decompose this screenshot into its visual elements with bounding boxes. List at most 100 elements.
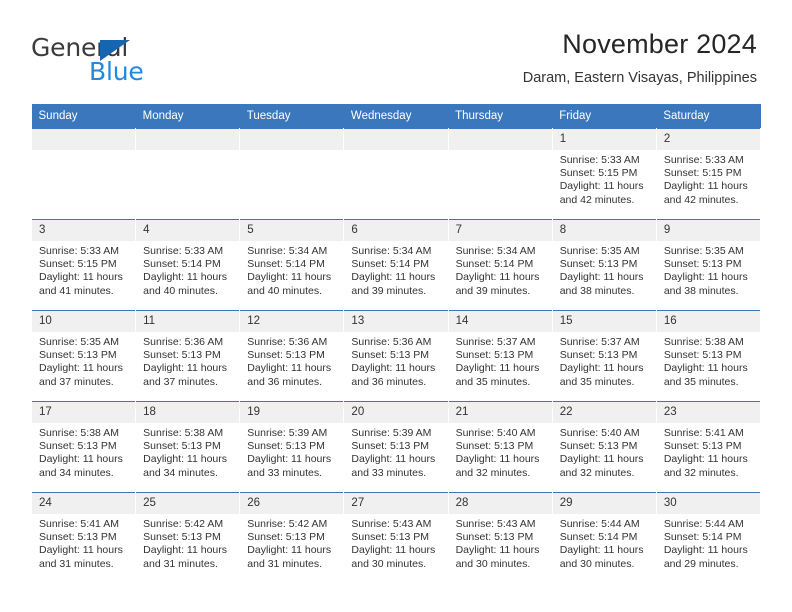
day-cell[interactable]: 28 Sunrise: 5:43 AM Sunset: 5:13 PM Dayligh… bbox=[447, 492, 553, 583]
day-details: Sunrise: 5:38 AM Sunset: 5:13 PM Daylight:… bbox=[136, 423, 239, 480]
day-cell-empty bbox=[447, 128, 553, 220]
daylight-text: Daylight: 11 hours and 40 minutes. bbox=[143, 271, 227, 297]
day-details: Sunrise: 5:41 AM Sunset: 5:13 PM Daylight:… bbox=[32, 514, 135, 571]
daylight-text: Daylight: 11 hours and 33 minutes. bbox=[351, 453, 436, 479]
sunrise-text: Sunrise: 5:38 AM bbox=[39, 427, 119, 439]
day-details: Sunrise: 5:36 AM Sunset: 5:13 PM Daylight:… bbox=[344, 332, 447, 389]
day-cell[interactable]: 24 Sunrise: 5:41 AM Sunset: 5:13 PM Dayligh… bbox=[30, 492, 137, 583]
sunrise-text: Sunrise: 5:40 AM bbox=[559, 427, 640, 439]
daylight-text: Daylight: 11 hours and 32 minutes. bbox=[455, 453, 540, 479]
day-number: 4 bbox=[136, 220, 240, 241]
sunset-text: Sunset: 5:13 PM bbox=[663, 349, 742, 362]
day-number: 27 bbox=[344, 493, 448, 514]
daylight-text: Daylight: 11 hours and 35 minutes. bbox=[663, 362, 748, 388]
day-cell[interactable]: 23 Sunrise: 5:41 AM Sunset: 5:13 PM Dayligh… bbox=[655, 401, 762, 493]
day-number: 9 bbox=[656, 220, 760, 241]
day-cell[interactable]: 9 Sunrise: 5:35 AM Sunset: 5:13 PM Daylight… bbox=[655, 219, 762, 311]
sunrise-text: Sunrise: 5:35 AM bbox=[39, 336, 119, 348]
daylight-text: Daylight: 11 hours and 32 minutes. bbox=[663, 453, 748, 479]
sunset-text: Sunset: 5:13 PM bbox=[247, 531, 325, 544]
day-cell[interactable]: 13 Sunrise: 5:36 AM Sunset: 5:13 PM Dayligh… bbox=[343, 310, 449, 402]
sunset-text: Sunset: 5:13 PM bbox=[39, 531, 117, 544]
sunrise-text: Sunrise: 5:33 AM bbox=[663, 154, 744, 166]
page-subtitle: Daram, Eastern Visayas, Philippines bbox=[522, 70, 757, 86]
daylight-text: Daylight: 11 hours and 39 minutes. bbox=[351, 271, 436, 297]
sunset-text: Sunset: 5:13 PM bbox=[39, 349, 117, 362]
day-number bbox=[448, 129, 552, 150]
day-cell[interactable]: 30 Sunrise: 5:44 AM Sunset: 5:14 PM Dayligh… bbox=[655, 492, 762, 583]
day-cell[interactable]: 26 Sunrise: 5:42 AM Sunset: 5:13 PM Dayligh… bbox=[239, 492, 345, 583]
day-cell[interactable]: 11 Sunrise: 5:36 AM Sunset: 5:13 PM Dayligh… bbox=[135, 310, 241, 402]
day-details: Sunrise: 5:38 AM Sunset: 5:13 PM Daylight:… bbox=[32, 423, 135, 480]
day-cell[interactable]: 20 Sunrise: 5:39 AM Sunset: 5:13 PM Dayligh… bbox=[343, 401, 449, 493]
day-cell[interactable]: 8 Sunrise: 5:35 AM Sunset: 5:13 PM Daylight… bbox=[551, 219, 657, 311]
day-cell[interactable]: 16 Sunrise: 5:38 AM Sunset: 5:13 PM Dayligh… bbox=[655, 310, 762, 402]
sunrise-text: Sunrise: 5:42 AM bbox=[247, 518, 328, 530]
daylight-text: Daylight: 11 hours and 32 minutes. bbox=[559, 453, 644, 479]
day-number: 14 bbox=[448, 311, 552, 332]
day-cell[interactable]: 2 Sunrise: 5:33 AM Sunset: 5:15 PM Daylight… bbox=[655, 128, 762, 220]
day-number: 26 bbox=[240, 493, 344, 514]
day-cell[interactable]: 27 Sunrise: 5:43 AM Sunset: 5:13 PM Dayligh… bbox=[343, 492, 449, 583]
day-cell[interactable]: 3 Sunrise: 5:33 AM Sunset: 5:15 PM Daylight… bbox=[30, 219, 137, 311]
daylight-text: Daylight: 11 hours and 30 minutes. bbox=[455, 544, 540, 570]
sunset-text: Sunset: 5:15 PM bbox=[559, 167, 638, 180]
day-cell[interactable]: 21 Sunrise: 5:40 AM Sunset: 5:13 PM Dayligh… bbox=[447, 401, 553, 493]
calendar-page: General Blue November 2024 Daram, Easter… bbox=[0, 0, 792, 612]
day-cell[interactable]: 5 Sunrise: 5:34 AM Sunset: 5:14 PM Daylight… bbox=[239, 219, 345, 311]
calendar-header-row: Sunday Monday Tuesday Wednesday Thursday Frid… bbox=[31, 104, 761, 129]
sunrise-text: Sunrise: 5:34 AM bbox=[455, 245, 536, 257]
day-cell[interactable]: 29 Sunrise: 5:44 AM Sunset: 5:14 PM Dayligh… bbox=[551, 492, 657, 583]
day-number: 13 bbox=[344, 311, 448, 332]
daylight-text: Daylight: 11 hours and 41 minutes. bbox=[39, 271, 123, 297]
day-cell[interactable]: 19 Sunrise: 5:39 AM Sunset: 5:13 PM Dayligh… bbox=[239, 401, 345, 493]
day-cell[interactable]: 25 Sunrise: 5:42 AM Sunset: 5:13 PM Dayligh… bbox=[135, 492, 241, 583]
daylight-text: Daylight: 11 hours and 39 minutes. bbox=[455, 271, 540, 297]
day-cell[interactable]: 18 Sunrise: 5:38 AM Sunset: 5:13 PM Dayligh… bbox=[135, 401, 241, 493]
day-details: Sunrise: 5:33 AM Sunset: 5:15 PM Daylight:… bbox=[553, 150, 656, 207]
sunset-text: Sunset: 5:15 PM bbox=[663, 167, 742, 180]
sunset-text: Sunset: 5:13 PM bbox=[455, 531, 534, 544]
day-details: Sunrise: 5:42 AM Sunset: 5:13 PM Daylight:… bbox=[240, 514, 343, 571]
day-cell[interactable]: 17 Sunrise: 5:38 AM Sunset: 5:13 PM Dayligh… bbox=[30, 401, 137, 493]
sunrise-text: Sunrise: 5:41 AM bbox=[39, 518, 119, 530]
daylight-text: Daylight: 11 hours and 42 minutes. bbox=[559, 180, 644, 206]
daylight-text: Daylight: 11 hours and 31 minutes. bbox=[39, 544, 123, 570]
daylight-text: Daylight: 11 hours and 34 minutes. bbox=[143, 453, 227, 479]
day-details: Sunrise: 5:36 AM Sunset: 5:13 PM Daylight:… bbox=[240, 332, 343, 389]
day-cell[interactable]: 4 Sunrise: 5:33 AM Sunset: 5:14 PM Daylight… bbox=[135, 219, 241, 311]
day-number: 10 bbox=[32, 311, 136, 332]
calendar-week-row: 1 Sunrise: 5:33 AM Sunset: 5:15 PM Daylight… bbox=[30, 128, 762, 220]
sunset-text: Sunset: 5:14 PM bbox=[663, 531, 742, 544]
day-number: 8 bbox=[552, 220, 656, 241]
day-cell-empty bbox=[239, 128, 345, 220]
daylight-text: Daylight: 11 hours and 38 minutes. bbox=[559, 271, 644, 297]
sunset-text: Sunset: 5:13 PM bbox=[455, 440, 534, 453]
sunset-text: Sunset: 5:14 PM bbox=[559, 531, 638, 544]
day-cell[interactable]: 15 Sunrise: 5:37 AM Sunset: 5:13 PM Dayligh… bbox=[551, 310, 657, 402]
day-cell[interactable]: 10 Sunrise: 5:35 AM Sunset: 5:13 PM Dayligh… bbox=[30, 310, 137, 402]
day-details: Sunrise: 5:37 AM Sunset: 5:13 PM Daylight:… bbox=[553, 332, 656, 389]
sunset-text: Sunset: 5:14 PM bbox=[247, 258, 325, 271]
day-number: 23 bbox=[656, 402, 760, 423]
sunset-text: Sunset: 5:13 PM bbox=[247, 349, 325, 362]
day-cell[interactable]: 14 Sunrise: 5:37 AM Sunset: 5:13 PM Dayligh… bbox=[447, 310, 553, 402]
sunrise-text: Sunrise: 5:35 AM bbox=[663, 245, 744, 257]
day-number: 11 bbox=[136, 311, 240, 332]
sunrise-text: Sunrise: 5:33 AM bbox=[559, 154, 640, 166]
day-cell[interactable]: 22 Sunrise: 5:40 AM Sunset: 5:13 PM Dayligh… bbox=[551, 401, 657, 493]
day-cell[interactable]: 12 Sunrise: 5:36 AM Sunset: 5:13 PM Dayligh… bbox=[239, 310, 345, 402]
day-cell[interactable]: 1 Sunrise: 5:33 AM Sunset: 5:15 PM Daylight… bbox=[551, 128, 657, 220]
sunrise-text: Sunrise: 5:33 AM bbox=[39, 245, 119, 257]
generalblue-logo[interactable]: General Blue bbox=[31, 33, 221, 86]
day-cell[interactable]: 7 Sunrise: 5:34 AM Sunset: 5:14 PM Daylight… bbox=[447, 219, 553, 311]
day-cell[interactable]: 6 Sunrise: 5:34 AM Sunset: 5:14 PM Daylight… bbox=[343, 219, 449, 311]
sunset-text: Sunset: 5:13 PM bbox=[559, 349, 638, 362]
weekday-header-friday: Friday bbox=[552, 104, 657, 129]
weekday-header-monday: Monday bbox=[135, 104, 240, 129]
weekday-row: Sunday Monday Tuesday Wednesday Thursday Frid… bbox=[31, 104, 761, 129]
daylight-text: Daylight: 11 hours and 35 minutes. bbox=[559, 362, 644, 388]
sunset-text: Sunset: 5:13 PM bbox=[143, 349, 221, 362]
sunrise-text: Sunrise: 5:34 AM bbox=[247, 245, 328, 257]
sunset-text: Sunset: 5:13 PM bbox=[559, 440, 638, 453]
